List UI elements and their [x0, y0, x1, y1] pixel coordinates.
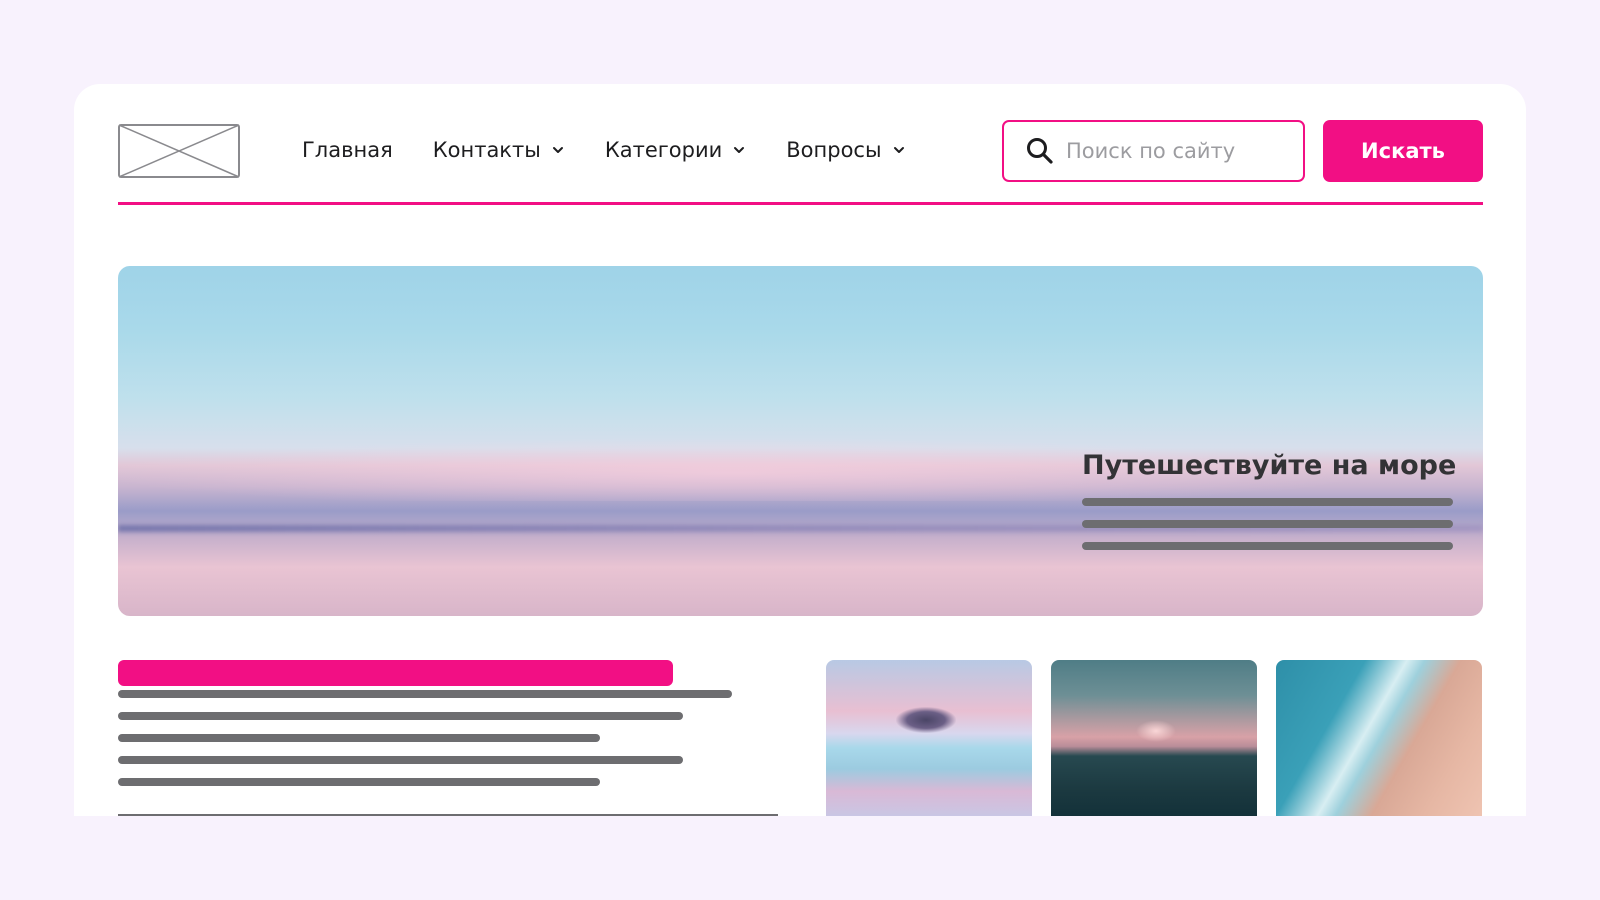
search-input[interactable] [1066, 139, 1296, 163]
nav-item-label: Контакты [432, 138, 541, 162]
search-button[interactable]: Искать [1323, 120, 1483, 182]
page-card: Главная Контакты Категории Вопросы Искат… [74, 84, 1526, 816]
nav-item-label: Категории [604, 138, 723, 162]
text-line-placeholder [118, 778, 600, 786]
nav-item-categories[interactable]: Категории [605, 138, 746, 162]
content-divider [118, 814, 778, 816]
hero-text-line [1082, 498, 1453, 506]
gallery-image-sea-pink-clouds[interactable] [826, 660, 1032, 816]
chevron-down-icon [893, 147, 904, 153]
search-box [1002, 120, 1305, 182]
nav-item-label: Главная [302, 138, 393, 162]
text-line-placeholder [118, 712, 683, 720]
gallery-image-sea-sunset[interactable] [1051, 660, 1257, 816]
hero-text-line [1082, 542, 1453, 550]
logo-placeholder-icon[interactable] [118, 124, 240, 178]
header-divider [118, 202, 1483, 205]
nav-item-faq[interactable]: Вопросы [786, 138, 905, 162]
content-heading-placeholder [118, 660, 673, 686]
gallery-image-beach-aerial[interactable] [1276, 660, 1482, 816]
text-line-placeholder [118, 756, 683, 764]
text-line-placeholder [118, 734, 600, 742]
chevron-down-icon [552, 147, 563, 153]
text-line-placeholder [118, 690, 732, 698]
nav-item-home[interactable]: Главная [302, 138, 393, 162]
chevron-down-icon [734, 147, 745, 153]
hero-banner: Путешествуйте на море [118, 266, 1483, 616]
cloud-shape [896, 707, 956, 733]
nav-item-contacts[interactable]: Контакты [433, 138, 565, 162]
sun-glow [1136, 720, 1176, 742]
hero-text-line [1082, 520, 1453, 528]
hero-title: Путешествуйте на море [1082, 450, 1457, 481]
main-nav: Главная Контакты Категории Вопросы [302, 130, 946, 170]
nav-item-label: Вопросы [786, 138, 882, 162]
search-icon [1027, 138, 1053, 164]
